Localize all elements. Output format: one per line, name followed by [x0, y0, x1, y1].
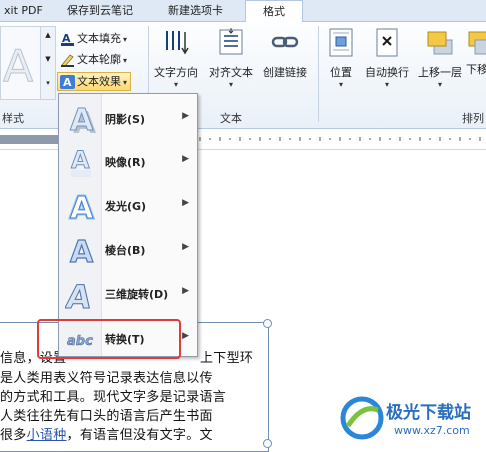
text-outline-label: 文本轮廓 [77, 53, 121, 66]
resize-handle[interactable] [263, 319, 272, 328]
doc-line: 的方式和工具。现代文字多是记录语言 [0, 390, 227, 405]
text-direction-button[interactable]: 文字方向 ▾ [150, 28, 202, 89]
watermark: 极光下载站 www.xz7.com [340, 392, 486, 450]
bring-forward-label: 上移一层 [418, 66, 462, 79]
watermark-logo-icon [340, 396, 384, 440]
svg-text:A: A [70, 235, 94, 266]
wordart-a-icon: A [3, 41, 34, 93]
chevron-down-icon: ▾ [228, 80, 233, 89]
create-link-label: 创建链接 [263, 66, 307, 79]
tab-pdf[interactable]: xit PDF [4, 0, 43, 21]
bring-forward-icon [427, 31, 453, 55]
bevel-a-icon: A [69, 234, 94, 266]
text-effects-icon: A [60, 75, 75, 89]
tab-save-to-cloud-note[interactable]: 保存到云笔记 [67, 0, 133, 21]
wrap-text-button[interactable]: 自动换行 ▾ [362, 28, 412, 89]
position-button[interactable]: 位置 ▾ [320, 28, 362, 89]
doc-line: 人类往往先有口头的语言后产生书面 [0, 409, 213, 424]
submenu-arrow-icon: ▶ [182, 198, 189, 208]
scroll-down-icon[interactable]: ▼ [41, 55, 55, 63]
scroll-up-icon[interactable]: ▲ [41, 31, 55, 39]
tab-format[interactable]: 格式 [245, 0, 303, 23]
resize-handle[interactable] [263, 439, 272, 448]
svg-text:A: A [65, 278, 94, 310]
chevron-down-icon: ▾ [384, 80, 389, 89]
watermark-brand: 极光下载站 [386, 403, 471, 423]
send-backward-label: 下移 [466, 63, 486, 76]
submenu-arrow-icon: ▶ [182, 111, 189, 121]
create-link-button[interactable]: 创建链接 [258, 28, 312, 80]
chevron-down-icon: ▾ [123, 34, 128, 44]
group-separator [318, 26, 319, 122]
menu-item-label: 三维旋转(D) [105, 288, 169, 301]
wrap-text-icon [376, 28, 398, 57]
text-effects-menu: A A 阴影(S) ▶ A 映像(R) ▶ A A 发光(G) ▶ A 棱台(B… [58, 93, 198, 357]
gallery-scroll[interactable]: ▲ ▼ ▾ [40, 26, 56, 100]
text-direction-icon [166, 31, 189, 55]
wordart-style-gallery[interactable]: A [0, 26, 42, 100]
text-outline-button[interactable]: 文本轮廓 ▾ [60, 51, 127, 68]
chevron-down-icon: ▾ [338, 80, 343, 89]
svg-text:A: A [3, 41, 33, 92]
align-text-button[interactable]: 对齐文本 ▾ [205, 28, 257, 89]
text-fill-label: 文本填充 [77, 32, 121, 45]
submenu-arrow-icon: ▶ [182, 154, 189, 164]
chevron-down-icon: ▾ [123, 55, 128, 65]
submenu-arrow-icon: ▶ [182, 331, 189, 341]
menu-item-label: 棱台(B) [105, 244, 146, 257]
doc-line: 是人类用表义符号记录表达信息以传 [0, 371, 213, 386]
svg-text:A: A [71, 146, 90, 174]
menu-item-label: 映像(R) [105, 156, 146, 169]
doc-line-right: 上下型环 [200, 351, 254, 366]
menu-item-glow[interactable]: A A 发光(G) ▶ [59, 184, 197, 228]
3d-rotation-a-icon: A [65, 278, 94, 310]
submenu-arrow-icon: ▶ [182, 242, 189, 252]
arrange-group-label: 排列 [462, 112, 484, 125]
chain-link-icon [271, 36, 299, 48]
menu-item-3d-rotation[interactable]: A 三维旋转(D) ▶ [59, 272, 197, 316]
submenu-arrow-icon: ▶ [182, 286, 189, 296]
menu-item-label: 发光(G) [105, 200, 147, 213]
send-backward-button[interactable]: 下移 [466, 28, 486, 77]
align-text-icon [219, 28, 243, 55]
doc-text: ，有语言但没有文字。文 [66, 428, 213, 443]
styles-group-label: 样式 [2, 112, 24, 125]
tab-new-tab[interactable]: 新建选项卡 [168, 0, 223, 21]
glow-a-icon: A A [69, 190, 96, 222]
ruler-margin-area [0, 135, 60, 144]
chevron-down-icon: ▾ [123, 77, 128, 87]
doc-line: 很多小语种，有语言但没有文字。文 [0, 424, 213, 443]
menu-item-reflection[interactable]: A 映像(R) ▶ [59, 140, 197, 184]
watermark-url: www.xz7.com [394, 424, 470, 437]
send-backward-icon [468, 31, 486, 55]
bring-forward-button[interactable]: 上移一层 ▾ [414, 28, 466, 89]
doc-link[interactable]: 小语种 [27, 428, 67, 443]
text-outline-icon [61, 54, 74, 67]
menu-item-bevel[interactable]: A 棱台(B) ▶ [59, 228, 197, 272]
reflection-a-icon: A [71, 146, 91, 177]
doc-text: 很多 [0, 428, 27, 443]
text-group-label: 文本 [220, 112, 242, 125]
ribbon-tab-bar: xit PDF 保存到云笔记 新建选项卡 格式 [0, 0, 486, 23]
position-label: 位置 [330, 66, 352, 79]
chevron-down-icon: ▾ [437, 80, 442, 89]
shadow-a-icon: A A [70, 103, 98, 135]
text-direction-label: 文字方向 [154, 66, 198, 79]
menu-item-label: 阴影(S) [105, 113, 145, 126]
text-fill-icon: A [61, 32, 74, 46]
align-text-label: 对齐文本 [209, 66, 253, 79]
menu-item-shadow[interactable]: A A 阴影(S) ▶ [59, 97, 197, 141]
svg-text:A: A [70, 103, 94, 135]
highlight-annotation [37, 319, 181, 359]
wrap-text-label: 自动换行 [365, 66, 409, 79]
position-icon [329, 28, 353, 57]
text-effects-label: 文本效果 [77, 75, 121, 88]
chevron-down-icon: ▾ [173, 80, 178, 89]
text-effects-button[interactable]: A 文本效果 ▾ [57, 72, 132, 91]
gallery-more-icon[interactable]: ▾ [41, 79, 55, 87]
text-fill-button[interactable]: A 文本填充 ▾ [60, 30, 127, 47]
svg-text:A: A [70, 191, 94, 222]
svg-text:A: A [63, 76, 72, 89]
